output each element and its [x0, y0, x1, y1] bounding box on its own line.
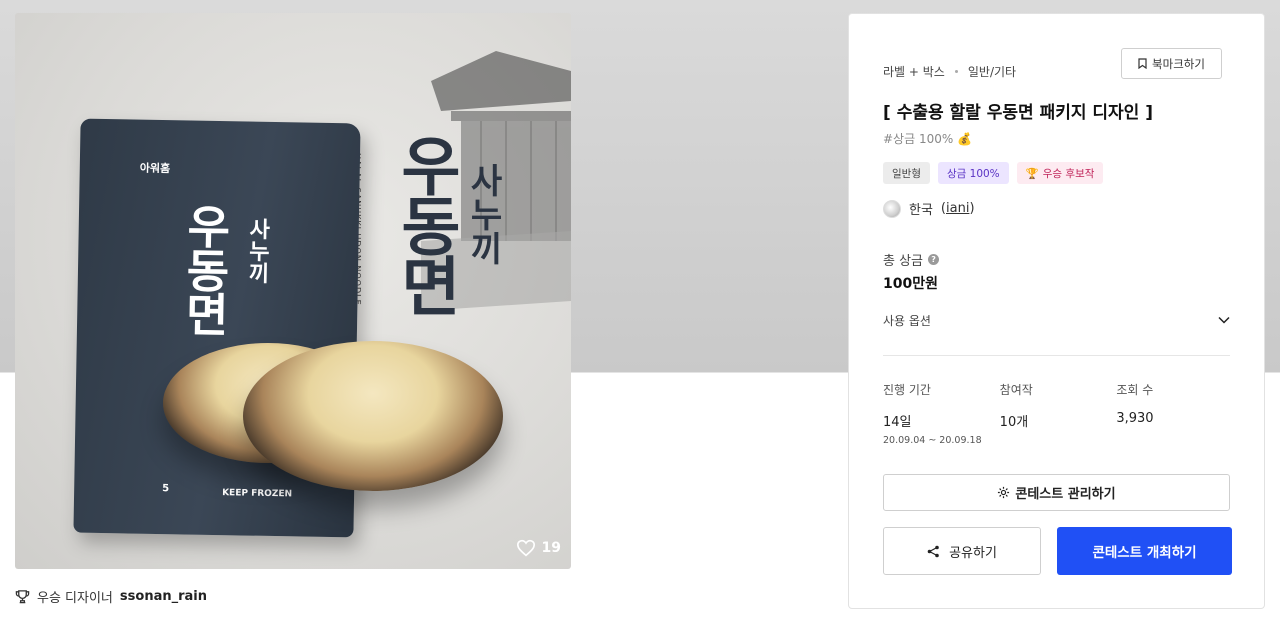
chevron-down-icon [1218, 316, 1230, 324]
tag-prize: 상금 100% [937, 162, 1009, 184]
host-country: 한국 [909, 203, 933, 218]
tag-type: 일반형 [883, 162, 930, 184]
manage-contest-button[interactable]: 콘테스트 관리하기 [883, 474, 1230, 511]
winner-label: 우승 디자이너 [37, 591, 113, 606]
stat-entries: 참여작 10개 [1000, 381, 1117, 446]
stat-value: 10개 [999, 415, 1029, 430]
divider [883, 355, 1230, 356]
host-contest-button[interactable]: 콘테스트 개최하기 [1057, 527, 1232, 575]
stat-label: 참여작 [999, 383, 1033, 397]
prize-label: 총 상금 ? [883, 250, 940, 269]
contest-hashtag[interactable]: #상금 100% 💰 [883, 130, 972, 147]
package-subtitle: 사누끼 [243, 217, 270, 284]
breadcrumb: 라벨 + 박스 일반/기타 [883, 63, 1016, 80]
manage-contest-label: 콘테스트 관리하기 [1015, 487, 1116, 502]
share-label: 공유하기 [949, 545, 997, 561]
money-bag-icon: 💰 [957, 132, 973, 146]
gear-icon [998, 486, 1010, 499]
share-icon [927, 545, 939, 557]
package-count: 5 [162, 483, 170, 495]
help-icon[interactable]: ? [928, 254, 940, 265]
host-handle-link[interactable]: iani [946, 201, 969, 216]
winner-name[interactable]: ssonan_rain [120, 589, 207, 604]
tag-list: 일반형 상금 100% 🏆 우승 후보작 [883, 162, 1104, 184]
hero-big-subtitle: 사누끼 [463, 163, 503, 265]
breadcrumb-separator [954, 70, 958, 73]
avatar [883, 199, 901, 218]
bookmark-button[interactable]: 북마크하기 [1121, 48, 1222, 79]
heart-icon [516, 539, 535, 557]
contest-info-panel: 라벨 + 박스 일반/기타 북마크하기 [ 수출용 할랄 우동면 패키지 디자인… [848, 13, 1265, 609]
package-brand: 아워홈 [139, 161, 171, 176]
breadcrumb-subcategory[interactable]: 일반/기타 [968, 63, 1016, 80]
like-count: 19 [541, 540, 561, 556]
bookmark-label: 북마크하기 [1152, 56, 1205, 71]
stat-label: 진행 기간 [883, 383, 931, 397]
contest-title: [ 수출용 할랄 우동면 패키지 디자인 ] [883, 103, 1154, 123]
host-info: 한국 (iani) [883, 199, 975, 218]
stat-duration: 진행 기간 14일 20.09.04 ~ 20.09.18 [883, 381, 1000, 446]
stat-value: 3,930 [1116, 411, 1154, 426]
like-button[interactable]: 19 [516, 539, 561, 557]
trophy-icon: 🏆 [1025, 167, 1039, 180]
stat-label: 조회 수 [1116, 383, 1154, 397]
hero-big-title: 우동면 [388, 133, 462, 313]
udon-bowl-front [243, 341, 503, 491]
winner-designer: 우승 디자이너 ssonan_rain [15, 587, 207, 606]
contest-image[interactable]: HALAL SANUKKI UDON NOODLE 우동면 사누끼 아워홈 우동… [15, 13, 571, 569]
hashtag-text: #상금 100% [883, 132, 954, 146]
contest-stats: 진행 기간 14일 20.09.04 ~ 20.09.18 참여작 10개 조회… [883, 381, 1233, 446]
stat-date-range: 20.09.04 ~ 20.09.18 [883, 435, 982, 446]
breadcrumb-category[interactable]: 라벨 + 박스 [883, 63, 945, 80]
trophy-icon [15, 590, 30, 604]
tag-winner-candidate-label: 우승 후보작 [1042, 167, 1095, 180]
bookmark-icon [1138, 58, 1147, 69]
tag-winner-candidate: 🏆 우승 후보작 [1016, 162, 1104, 184]
stat-value: 14일 [883, 415, 912, 430]
package-frozen-label: KEEP FROZEN [222, 488, 293, 500]
prize-value: 100만원 [883, 276, 938, 292]
stat-views: 조회 수 3,930 [1116, 381, 1233, 446]
usage-options-label: 사용 옵션 [883, 313, 931, 328]
prize-label-text: 총 상금 [883, 254, 924, 269]
package-title: 우동면 [176, 202, 234, 336]
share-button[interactable]: 공유하기 [883, 527, 1041, 575]
usage-options-toggle[interactable]: 사용 옵션 [883, 310, 1230, 330]
